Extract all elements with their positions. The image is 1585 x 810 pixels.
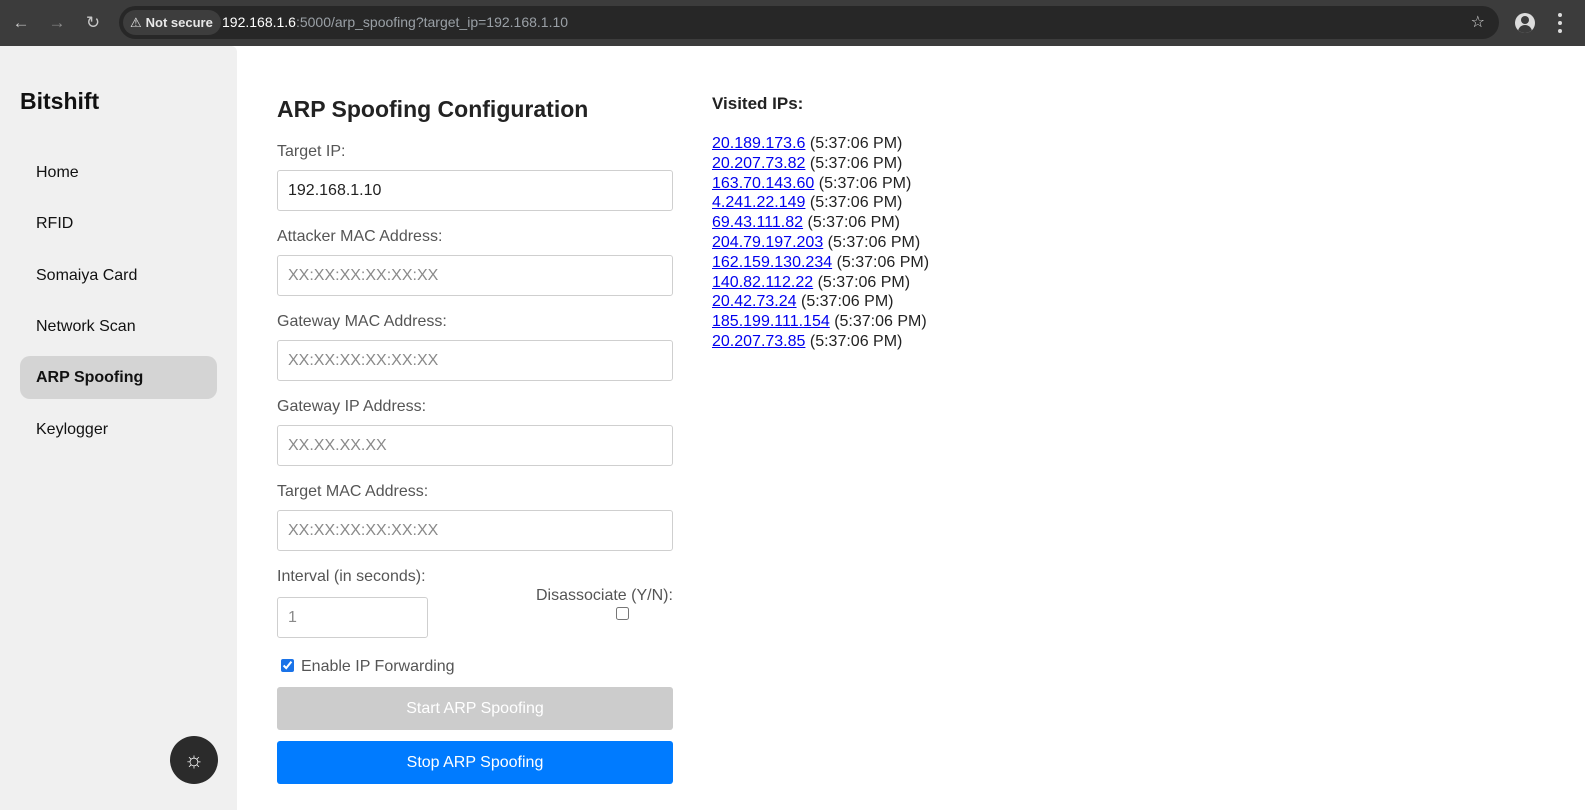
gateway-mac-label: Gateway MAC Address: xyxy=(277,313,447,330)
sidebar-item-somaiya-card[interactable]: Somaiya Card xyxy=(20,254,217,297)
sidebar-item-keylogger[interactable]: Keylogger xyxy=(20,408,217,451)
visit-time: (5:37:06 PM) xyxy=(827,233,921,251)
list-item: 69.43.111.82 (5:37:06 PM) xyxy=(712,213,929,233)
attacker-mac-input[interactable] xyxy=(277,255,673,296)
target-ip-input[interactable] xyxy=(277,170,673,211)
brand-title: Bitshift xyxy=(20,88,100,114)
list-item: 204.79.197.203 (5:37:06 PM) xyxy=(712,233,929,253)
target-ip-label: Target IP: xyxy=(277,143,346,160)
back-icon[interactable]: ← xyxy=(10,12,32,34)
ip-link[interactable]: 163.70.143.60 xyxy=(712,175,814,192)
url-host: 192.168.1.6 xyxy=(222,14,296,30)
reload-icon[interactable]: ↻ xyxy=(82,12,104,34)
target-mac-input[interactable] xyxy=(277,510,673,551)
ip-link[interactable]: 20.189.173.6 xyxy=(712,135,805,152)
visited-ips-title: Visited IPs: xyxy=(712,94,804,113)
sidebar-item-home[interactable]: Home xyxy=(20,151,217,194)
ip-forwarding-checkbox[interactable] xyxy=(281,659,294,672)
page-title: ARP Spoofing Configuration xyxy=(277,96,589,122)
star-icon[interactable]: ☆ xyxy=(1471,6,1485,39)
visit-time: (5:37:06 PM) xyxy=(836,253,930,271)
ip-link[interactable]: 162.159.130.234 xyxy=(712,254,832,271)
ip-link[interactable]: 20.42.73.24 xyxy=(712,293,797,310)
visit-time: (5:37:06 PM) xyxy=(800,293,894,311)
visit-time: (5:37:06 PM) xyxy=(809,154,903,172)
ip-link[interactable]: 185.199.111.154 xyxy=(712,313,830,330)
sidebar-item-rfid[interactable]: RFID xyxy=(20,202,217,245)
url-text[interactable]: 192.168.1.6:5000/arp_spoofing?target_ip=… xyxy=(222,6,568,39)
visit-time: (5:37:06 PM) xyxy=(817,273,911,291)
browser-toolbar: ← → ↻ ⚠ Not secure 192.168.1.6:5000/arp_… xyxy=(0,0,1585,46)
disassociate-label: Disassociate (Y/N): xyxy=(536,586,673,606)
sidebar-item-arp-spoofing[interactable]: ARP Spoofing xyxy=(20,356,217,399)
list-item: 140.82.112.22 (5:37:06 PM) xyxy=(712,273,929,293)
ip-link[interactable]: 204.79.197.203 xyxy=(712,234,823,251)
gateway-mac-input[interactable] xyxy=(277,340,673,381)
sun-icon: ☼ xyxy=(183,747,205,772)
visited-ips-list: 20.189.173.6 (5:37:06 PM) 20.207.73.82 (… xyxy=(712,134,929,352)
attacker-mac-label: Attacker MAC Address: xyxy=(277,228,443,245)
list-item: 185.199.111.154 (5:37:06 PM) xyxy=(712,312,929,332)
stop-arp-spoofing-button[interactable]: Stop ARP Spoofing xyxy=(277,741,673,784)
gateway-ip-label: Gateway IP Address: xyxy=(277,398,427,415)
disassociate-label-text: Disassociate (Y/N): xyxy=(536,587,673,604)
menu-icon[interactable] xyxy=(1558,13,1562,33)
interval-input[interactable] xyxy=(277,597,428,638)
ip-link[interactable]: 69.43.111.82 xyxy=(712,214,803,231)
address-bar[interactable]: ⚠ Not secure 192.168.1.6:5000/arp_spoofi… xyxy=(119,6,1499,39)
sidebar-item-network-scan[interactable]: Network Scan xyxy=(20,305,217,348)
list-item: 20.207.73.85 (5:37:06 PM) xyxy=(712,332,929,352)
sidebar: Bitshift Home RFID Somaiya Card Network … xyxy=(0,46,237,810)
profile-icon[interactable] xyxy=(1515,13,1535,33)
list-item: 20.189.173.6 (5:37:06 PM) xyxy=(712,134,929,154)
ip-link[interactable]: 4.241.22.149 xyxy=(712,194,805,211)
disassociate-checkbox[interactable] xyxy=(616,607,629,620)
visit-time: (5:37:06 PM) xyxy=(818,174,912,192)
security-label: Not secure xyxy=(145,15,213,30)
interval-label: Interval (in seconds): xyxy=(277,568,426,585)
list-item: 20.207.73.82 (5:37:06 PM) xyxy=(712,154,929,174)
ip-link[interactable]: 20.207.73.82 xyxy=(712,155,805,172)
gateway-ip-input[interactable] xyxy=(277,425,673,466)
visit-time: (5:37:06 PM) xyxy=(809,332,903,350)
list-item: 163.70.143.60 (5:37:06 PM) xyxy=(712,174,929,194)
ip-link[interactable]: 20.207.73.85 xyxy=(712,333,805,350)
warning-icon: ⚠ xyxy=(130,14,142,30)
url-path: :5000/arp_spoofing?target_ip=192.168.1.1… xyxy=(295,14,569,30)
forward-icon[interactable]: → xyxy=(46,12,68,34)
visit-time: (5:37:06 PM) xyxy=(809,194,903,212)
start-arp-spoofing-button[interactable]: Start ARP Spoofing xyxy=(277,687,673,730)
target-mac-label: Target MAC Address: xyxy=(277,483,429,500)
ip-forwarding-label: Enable IP Forwarding xyxy=(301,658,455,675)
visit-time: (5:37:06 PM) xyxy=(809,135,903,152)
ip-link[interactable]: 140.82.112.22 xyxy=(712,274,813,291)
visit-time: (5:37:06 PM) xyxy=(834,313,927,331)
theme-toggle-button[interactable]: ☼ xyxy=(170,736,218,784)
security-chip[interactable]: ⚠ Not secure xyxy=(123,10,221,35)
list-item: 4.241.22.149 (5:37:06 PM) xyxy=(712,193,929,213)
list-item: 20.42.73.24 (5:37:06 PM) xyxy=(712,292,929,312)
list-item: 162.159.130.234 (5:37:06 PM) xyxy=(712,253,929,273)
visit-time: (5:37:06 PM) xyxy=(807,214,900,232)
